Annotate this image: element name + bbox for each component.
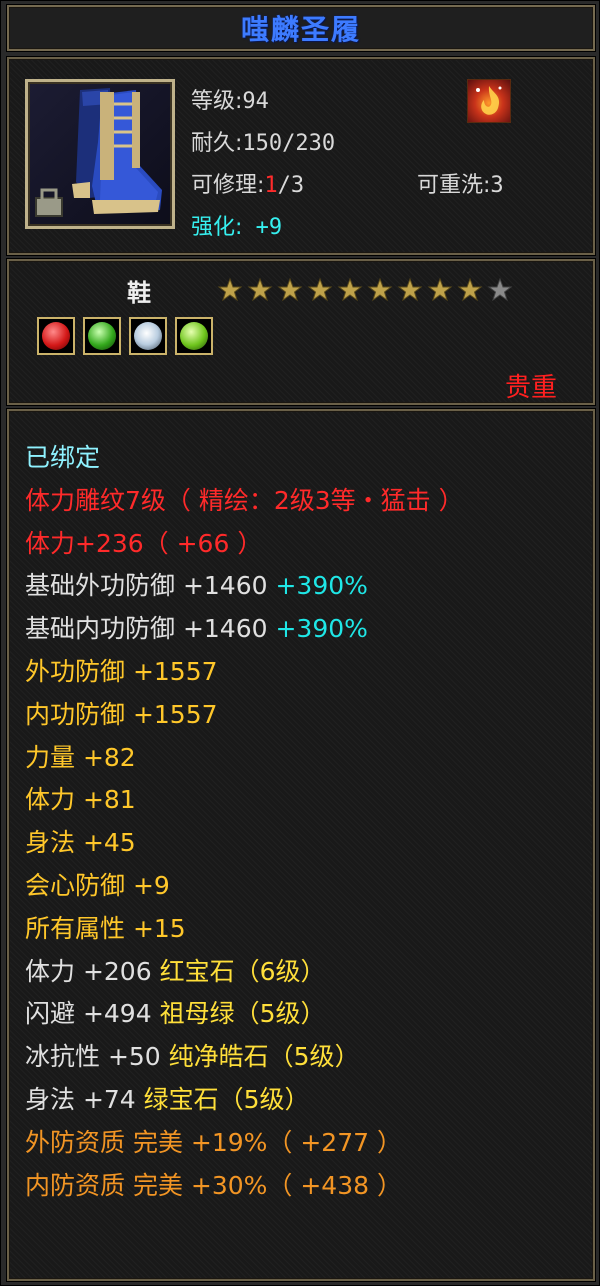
fire-badge-icon[interactable] xyxy=(467,79,511,123)
item-header: 等级:94 耐久:150/230 可修理:1/3 可重洗:3 强化: +9 xyxy=(7,57,595,255)
repair-current: 1 xyxy=(264,173,278,198)
attribute-text: 身法 +45 xyxy=(25,828,136,858)
attribute-line: 体力 +206 红宝石（6级） xyxy=(25,951,464,994)
attribute-bonus: +390% xyxy=(275,571,368,601)
attribute-text: 冰抗性 +50 xyxy=(25,1042,169,1072)
attribute-text: 会心防御 +9 xyxy=(25,870,170,900)
star-filled-icon xyxy=(277,277,303,302)
attribute-line: 外功防御 +1557 xyxy=(25,651,464,694)
attribute-line: 所有属性 +15 xyxy=(25,908,464,951)
attribute-line: 身法 +45 xyxy=(25,822,464,865)
attribute-text: 力量 +82 xyxy=(25,742,136,772)
star-filled-icon xyxy=(457,277,483,302)
attribute-text: 体力 +206 xyxy=(25,956,160,986)
attribute-line: 基础外功防御 +1460 +390% xyxy=(25,565,464,608)
repair-row: 可修理:1/3 xyxy=(191,167,304,199)
attribute-line: 体力 +81 xyxy=(25,779,464,822)
rewash-label: 可重洗: xyxy=(417,173,491,198)
attribute-line: 闪避 +494 祖母绿（5级） xyxy=(25,993,464,1036)
attribute-text: 外功防御 +1557 xyxy=(25,656,218,686)
attribute-line: 内防资质 完美 +30%（ +438 ） xyxy=(25,1165,464,1208)
attribute-line: 外防资质 完美 +19%（ +277 ） xyxy=(25,1122,464,1165)
attribute-line: 已绑定 xyxy=(25,437,464,480)
star-filled-icon xyxy=(307,277,333,302)
attribute-text: 体力 +81 xyxy=(25,785,136,815)
attribute-bonus: 纯净皓石（5级） xyxy=(168,1042,360,1072)
attribute-bonus: 红宝石（6级） xyxy=(159,956,326,986)
attribute-text: 内功防御 +1557 xyxy=(25,699,218,729)
attribute-list: 已绑定体力雕纹7级（ 精绘：2级3等・猛击 ） 体力+236（ +66 ） 基础外功… xyxy=(25,437,464,1207)
red-gem-icon[interactable] xyxy=(37,317,75,355)
item-title: 嗤麟圣履 xyxy=(240,13,361,46)
attribute-panel: 已绑定体力雕纹7级（ 精绘：2级3等・猛击 ） 体力+236（ +66 ） 基础外功… xyxy=(7,409,595,1281)
white-gem-icon[interactable] xyxy=(129,317,167,355)
attribute-line: 体力雕纹7级（ 精绘：2级3等・猛击 ） xyxy=(25,480,464,523)
star-filled-icon xyxy=(217,277,243,302)
attribute-text: 体力+236（ +66 ） xyxy=(25,528,263,558)
star-filled-icon xyxy=(247,277,273,302)
enhance-label: 强化: xyxy=(191,215,243,240)
attribute-text: 闪避 +494 xyxy=(25,999,160,1029)
durability-label: 耐久: xyxy=(191,131,243,156)
attribute-text: 已绑定 xyxy=(25,443,101,472)
attribute-line: 力量 +82 xyxy=(25,737,464,780)
boots-icon xyxy=(25,79,175,229)
repair-label: 可修理: xyxy=(191,173,265,198)
star-empty-icon xyxy=(487,277,513,302)
attribute-text: 体力雕纹7级（ 精绘：2级3等・猛击 ） xyxy=(25,485,464,515)
attribute-bonus: 祖母绿（5级） xyxy=(159,999,326,1029)
star-filled-icon xyxy=(397,277,423,302)
star-filled-icon xyxy=(367,277,393,302)
level-value: 94 xyxy=(242,89,269,114)
item-tooltip: 嗤麟圣履 等级:94 耐久:150/230 可修理:1/3 可重洗:3 强化: … xyxy=(0,0,600,1286)
rarity-label: 贵重 xyxy=(504,373,557,403)
item-summary: 鞋 贵重 xyxy=(7,259,595,405)
emerald-gem-icon[interactable] xyxy=(175,317,213,355)
rewash-value: 3 xyxy=(490,173,504,198)
attribute-text: 内防资质 完美 +30%（ +438 ） xyxy=(25,1170,402,1200)
star-filled-icon xyxy=(337,277,363,302)
attribute-line: 基础内功防御 +1460 +390% xyxy=(25,608,464,651)
star-rating xyxy=(217,277,513,303)
green-gem-icon[interactable] xyxy=(83,317,121,355)
attribute-line: 冰抗性 +50 纯净皓石（5级） xyxy=(25,1036,464,1079)
attribute-bonus: 绿宝石（5级） xyxy=(143,1084,310,1114)
attribute-text: 所有属性 +15 xyxy=(25,913,186,943)
attribute-text: 基础内功防御 +1460 xyxy=(25,614,276,644)
title-bar: 嗤麟圣履 xyxy=(7,5,595,51)
attribute-text: 基础外功防御 +1460 xyxy=(25,571,276,601)
gem-slots xyxy=(37,317,213,355)
attribute-text: 外防资质 完美 +19%（ +277 ） xyxy=(25,1127,402,1157)
attribute-line: 身法 +74 绿宝石（5级） xyxy=(25,1079,464,1122)
level-label: 等级: xyxy=(191,89,243,114)
attribute-line: 体力+236（ +66 ） xyxy=(25,523,464,566)
enhance-row: 强化: +9 xyxy=(191,209,282,241)
attribute-text: 身法 +74 xyxy=(25,1084,144,1114)
repair-max: /3 xyxy=(277,173,305,198)
star-filled-icon xyxy=(427,277,453,302)
enhance-value: +9 xyxy=(255,215,283,240)
item-type: 鞋 xyxy=(127,279,151,307)
rewash-row: 可重洗:3 xyxy=(417,167,504,199)
durability-value: 150/230 xyxy=(242,131,336,156)
attribute-line: 内功防御 +1557 xyxy=(25,694,464,737)
attribute-bonus: +390% xyxy=(275,614,368,644)
durability-row: 耐久:150/230 xyxy=(191,125,335,157)
level-row: 等级:94 xyxy=(191,83,269,115)
attribute-line: 会心防御 +9 xyxy=(25,865,464,908)
